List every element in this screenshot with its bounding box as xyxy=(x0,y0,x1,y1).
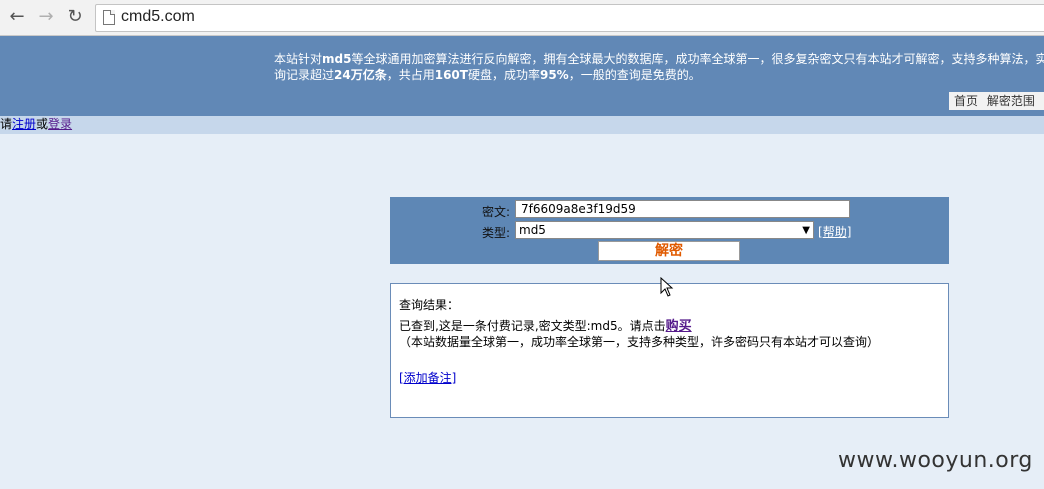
url-text: cmd5.com xyxy=(121,8,195,25)
account-bar: 请注册或登录 xyxy=(0,116,1044,134)
add-note-link[interactable]: [添加备注] xyxy=(399,369,456,386)
page-icon xyxy=(103,10,115,25)
intro-text: 等全球通用加密算法进行反向解密，拥有全球最大的数据库，成功率全球第一，很多复杂密… xyxy=(351,52,1044,66)
mouse-cursor-icon xyxy=(660,277,674,297)
login-link[interactable]: 登录 xyxy=(48,117,72,131)
browser-toolbar: ← → ↻ cmd5.com xyxy=(0,0,1044,36)
buy-link[interactable]: 购买 xyxy=(666,319,692,334)
result-found: 已查到,这是一条付费记录,密文类型:md5。请点击购买 xyxy=(399,315,692,334)
dropdown-arrow-icon: ▼ xyxy=(802,225,810,236)
site-header: 本站针对md5等全球通用加密算法进行反向解密，拥有全球最大的数据库，成功率全球第… xyxy=(0,36,1044,116)
please-text: 请 xyxy=(0,117,13,131)
site-intro: 本站针对md5等全球通用加密算法进行反向解密，拥有全球最大的数据库，成功率全球第… xyxy=(274,51,1044,83)
intro-bold: 24万亿条 xyxy=(334,68,387,82)
intro-text: 询记录超过 xyxy=(274,68,335,82)
type-select[interactable]: md5 ▼ xyxy=(515,221,814,239)
intro-text: 硬盘，成功率 xyxy=(467,68,540,82)
or-text: 或 xyxy=(36,117,49,131)
help-bracket: ] xyxy=(846,225,852,239)
decrypt-button[interactable]: 解密 xyxy=(598,241,740,261)
nav-home-link[interactable]: 首页 xyxy=(954,94,978,108)
cipher-label: 密文: xyxy=(482,205,511,219)
type-selected: md5 xyxy=(519,223,546,237)
address-bar[interactable]: cmd5.com xyxy=(95,4,1044,32)
intro-bold: md5 xyxy=(322,52,352,66)
nav-range-link[interactable]: 解密范围 xyxy=(987,94,1035,108)
intro-bold: 95% xyxy=(539,68,569,82)
reload-button[interactable]: ↻ xyxy=(64,6,86,28)
top-nav: 首页 解密范围 xyxy=(949,92,1044,110)
result-note: （本站数据量全球第一，成功率全球第一，支持多种类型，许多密码只有本站才可以查询） xyxy=(399,335,880,349)
intro-text: ，一般的查询是免费的。 xyxy=(568,68,701,82)
register-link[interactable]: 注册 xyxy=(12,117,36,131)
intro-bold: 160T xyxy=(434,68,468,82)
intro-text: 本站针对 xyxy=(274,52,323,66)
cipher-input[interactable]: 7f6609a8e3f19d59 xyxy=(515,200,850,218)
back-button[interactable]: ← xyxy=(6,6,28,28)
found-text: 已查到,这是一条付费记录,密文类型:md5。请点击 xyxy=(399,319,666,333)
result-title: 查询结果： xyxy=(399,298,460,312)
forward-button[interactable]: → xyxy=(35,6,57,28)
result-panel: 查询结果： 已查到,这是一条付费记录,密文类型:md5。请点击购买 （本站数据量… xyxy=(390,283,949,418)
type-label: 类型: xyxy=(482,226,511,240)
intro-text: ，共占用 xyxy=(386,68,435,82)
help-link[interactable]: [帮助] xyxy=(818,223,851,240)
watermark: www.wooyun.org xyxy=(838,448,1033,473)
help-text: 帮助 xyxy=(822,225,847,239)
decrypt-form: 密文: 7f6609a8e3f19d59 类型: md5 ▼ [帮助] 解密 xyxy=(390,197,949,264)
